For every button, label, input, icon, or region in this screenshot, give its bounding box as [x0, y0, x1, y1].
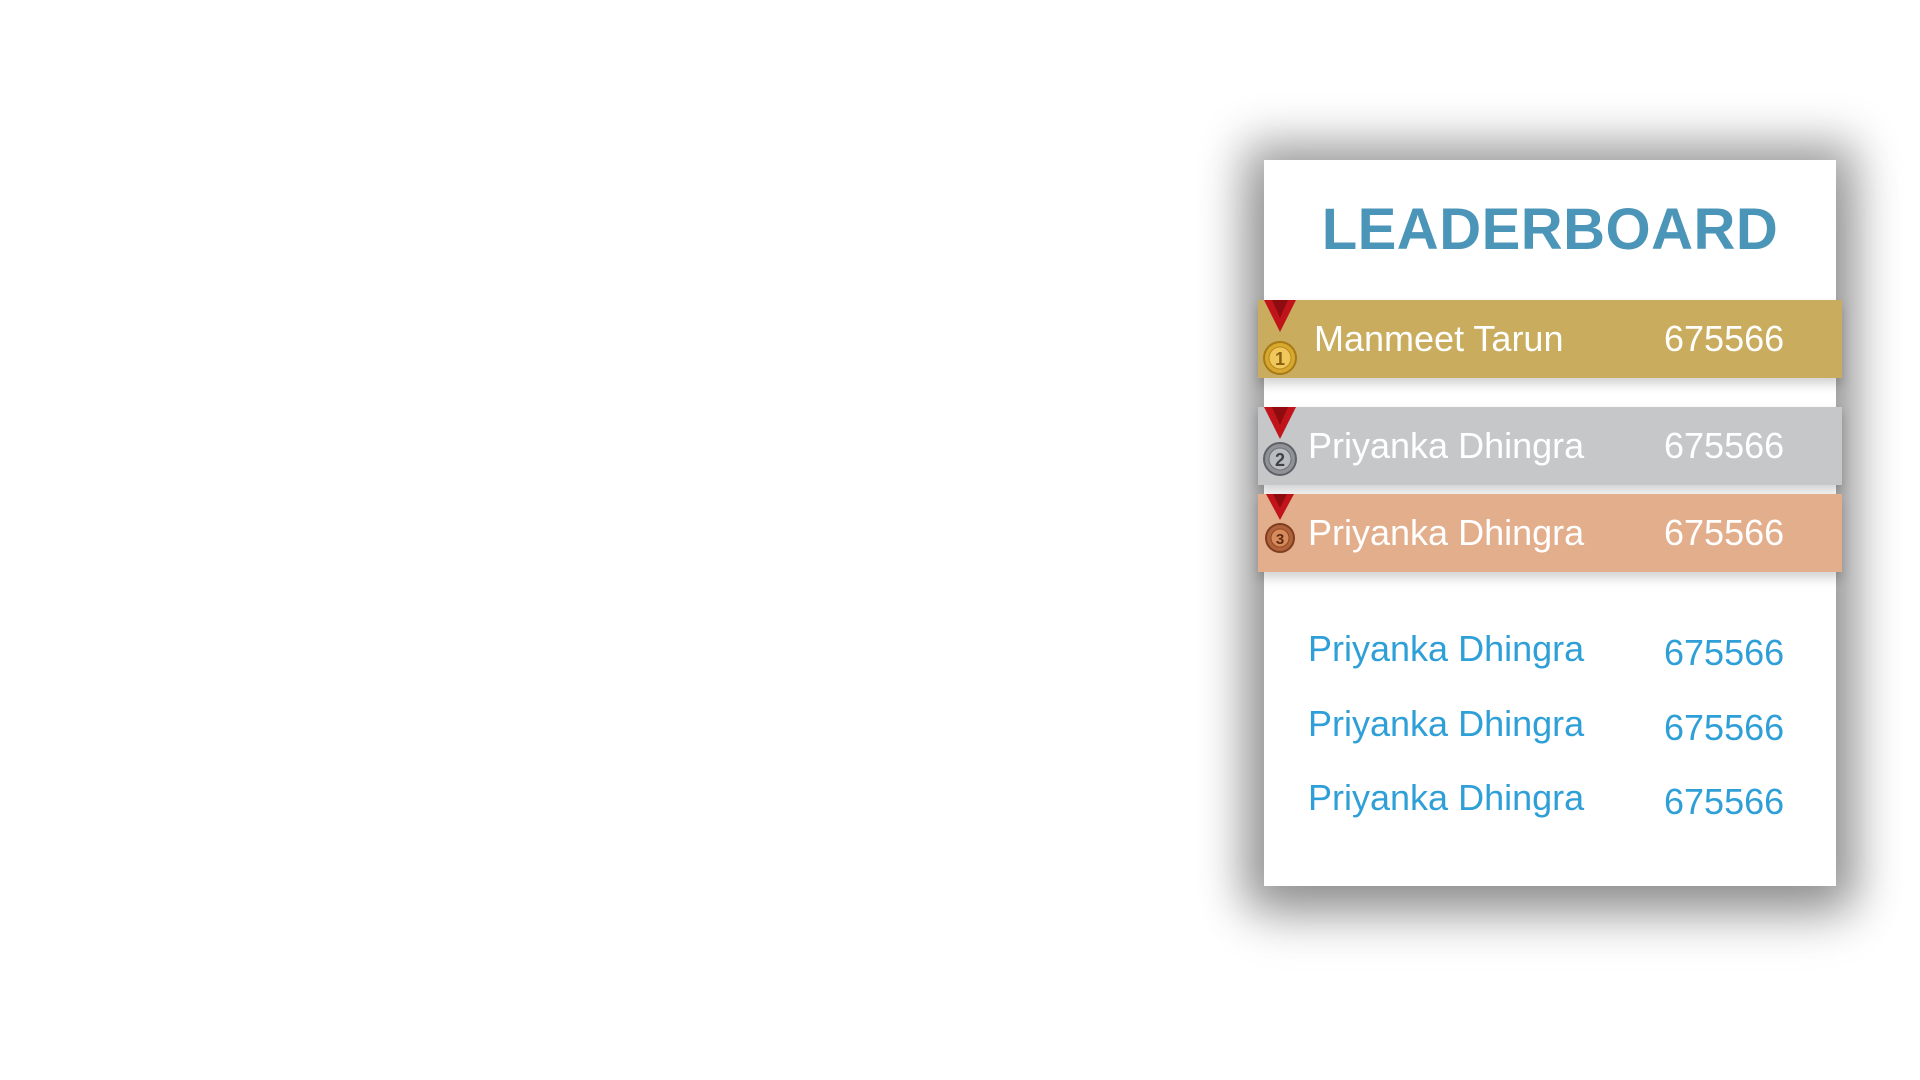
player-score: 675566 [1664, 781, 1785, 822]
podium-row-1[interactable]: 1 Manmeet Tarun 675566 [1258, 300, 1842, 378]
leaderboard-card: LEADERBOARD 1 Manmeet Tarun 675566 2 Pri… [1258, 160, 1842, 886]
leaderboard-title: LEADERBOARD [1321, 197, 1779, 262]
player-name: Priyanka Dhingra [1308, 777, 1585, 818]
list-item[interactable]: Priyanka Dhingra 675566 [1264, 628, 1836, 678]
list-item[interactable]: Priyanka Dhingra 675566 [1264, 777, 1836, 827]
player-name: Priyanka Dhingra [1308, 628, 1585, 669]
svg-text:2: 2 [1275, 450, 1285, 470]
svg-text:1: 1 [1275, 349, 1285, 369]
player-name: Manmeet Tarun [1314, 318, 1564, 359]
player-score: 675566 [1664, 512, 1785, 553]
bronze-medal-icon: 3 [1265, 494, 1295, 553]
player-score: 675566 [1664, 707, 1785, 748]
list-item[interactable]: Priyanka Dhingra 675566 [1264, 703, 1836, 753]
player-score: 675566 [1664, 632, 1785, 673]
silver-medal-icon: 2 [1263, 407, 1297, 476]
podium-row-3[interactable]: 3 Priyanka Dhingra 675566 [1258, 494, 1842, 572]
player-score: 675566 [1664, 425, 1785, 466]
podium-row-2[interactable]: 2 Priyanka Dhingra 675566 [1258, 407, 1842, 485]
player-name: Priyanka Dhingra [1308, 703, 1585, 744]
player-name: Priyanka Dhingra [1308, 425, 1585, 466]
stage: LEADERBOARD 1 Manmeet Tarun 675566 2 Pri… [0, 0, 1920, 1080]
gold-medal-icon: 1 [1263, 300, 1297, 375]
player-score: 675566 [1664, 318, 1785, 359]
player-name: Priyanka Dhingra [1308, 512, 1585, 553]
svg-text:3: 3 [1276, 531, 1284, 548]
